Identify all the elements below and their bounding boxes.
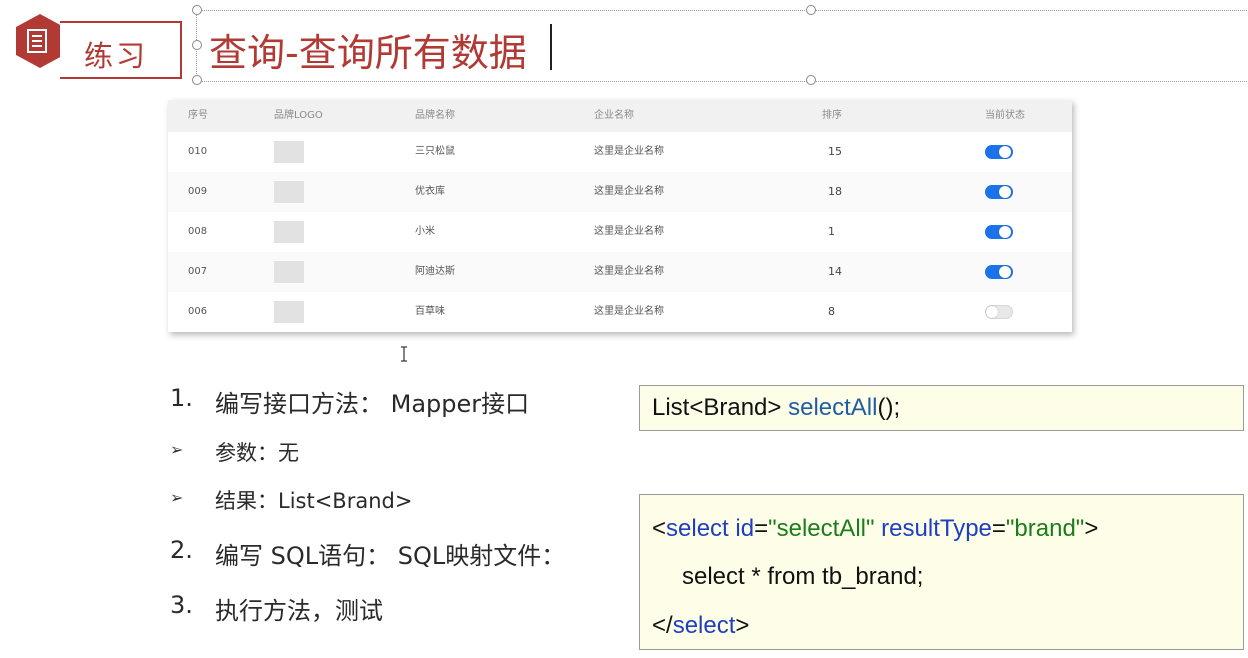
status-toggle[interactable] (985, 265, 1013, 279)
code-attr-resulttype: resultType (874, 515, 992, 542)
step-3-number: 3. (170, 591, 193, 619)
interface-code-box: List<Brand> selectAll(); (639, 385, 1244, 431)
brand-table: 序号 品牌LOGO 品牌名称 企业名称 排序 当前状态 010 三只松鼠 这里是… (168, 100, 1072, 332)
image-placeholder-icon (274, 301, 304, 323)
code-line-close-tag: </select> (652, 612, 749, 640)
bullet-arrow-icon: ➢ (170, 440, 184, 459)
code-line: List<Brand> selectAll(); (652, 394, 900, 422)
code-val-id: "selectAll" (768, 515, 875, 542)
code-method-name: selectAll (788, 394, 878, 421)
row-company: 这里是企业名称 (594, 306, 664, 317)
row-brand: 优衣库 (415, 186, 445, 197)
badge-label: 练习 (84, 39, 149, 73)
row-company: 这里是企业名称 (594, 146, 664, 157)
code-line-body: select * from tb_brand; (682, 563, 924, 590)
status-toggle[interactable] (985, 305, 1013, 319)
code-attr-id: id (728, 515, 755, 542)
bullet-arrow-icon: ➢ (170, 488, 184, 507)
row-id: 008 (188, 226, 208, 237)
step-1-text: 编写接口方法： Mapper接口 (215, 390, 530, 418)
row-id: 007 (188, 266, 208, 277)
row-brand: 三只松鼠 (415, 146, 455, 157)
row-company: 这里是企业名称 (594, 186, 664, 197)
resize-handle-top-left[interactable] (192, 5, 202, 15)
toggle-knob (986, 306, 998, 318)
toggle-knob (999, 146, 1011, 158)
image-placeholder-icon (274, 141, 304, 163)
row-sort: 14 (828, 265, 842, 278)
row-company: 这里是企业名称 (594, 226, 664, 237)
col-header-status: 当前状态 (985, 110, 1025, 121)
table-row: 007 阿迪达斯 这里是企业名称 14 (168, 252, 1072, 292)
col-header-company: 企业名称 (594, 110, 634, 121)
code-return-type: List<Brand> (652, 394, 789, 421)
image-placeholder-icon (274, 181, 304, 203)
row-company: 这里是企业名称 (594, 266, 664, 277)
row-sort: 15 (828, 145, 842, 158)
row-id: 006 (188, 306, 208, 317)
toggle-knob (999, 226, 1011, 238)
image-placeholder-icon (274, 261, 304, 283)
code-close-lt: </ (652, 612, 673, 639)
col-header-logo: 品牌LOGO (274, 110, 323, 121)
text-cursor-icon (401, 346, 407, 362)
table-header-row: 序号 品牌LOGO 品牌名称 企业名称 排序 当前状态 (168, 100, 1072, 132)
code-line-open-tag: <select id="selectAll" resultType="brand… (652, 515, 1098, 543)
row-sort: 8 (828, 305, 835, 318)
text-caret (550, 24, 552, 70)
row-id: 009 (188, 186, 208, 197)
col-header-id: 序号 (188, 110, 208, 121)
row-brand: 阿迪达斯 (415, 266, 455, 277)
code-close-tag: select (672, 612, 736, 639)
code-lt: < (652, 515, 667, 542)
row-id: 010 (188, 146, 208, 157)
slide-title[interactable]: 查询-查询所有数据 (209, 22, 527, 77)
resize-handle-mid-left[interactable] (192, 40, 202, 50)
step-1-param: 参数：无 (215, 441, 299, 465)
table-row: 009 优衣库 这里是企业名称 18 (168, 172, 1072, 212)
code-eq: = (754, 515, 769, 542)
document-icon (27, 29, 47, 53)
table-row: 006 百草味 这里是企业名称 8 (168, 292, 1072, 332)
row-brand: 小米 (415, 226, 435, 237)
code-val-resulttype: "brand" (1005, 515, 1085, 542)
code-close-gt: > (735, 612, 750, 639)
resize-handle-top-center[interactable] (806, 5, 816, 15)
resize-handle-bottom-center[interactable] (806, 75, 816, 85)
step-2-number: 2. (170, 536, 193, 564)
table-row: 010 三只松鼠 这里是企业名称 15 (168, 132, 1072, 172)
col-header-brand: 品牌名称 (415, 110, 455, 121)
status-toggle[interactable] (985, 185, 1013, 199)
row-sort: 1 (828, 225, 835, 238)
sql-mapping-code-box: <select id="selectAll" resultType="brand… (639, 494, 1244, 650)
col-header-sort: 排序 (822, 110, 842, 121)
code-eq: = (991, 515, 1006, 542)
step-1-result: 结果：List<Brand> (215, 489, 413, 513)
exercise-badge: 练习 (12, 12, 182, 79)
row-sort: 18 (828, 185, 842, 198)
step-1-number: 1. (170, 384, 193, 412)
code-tag: select (666, 515, 729, 542)
code-gt: > (1084, 515, 1099, 542)
toggle-knob (999, 186, 1011, 198)
step-2-text: 编写 SQL语句： SQL映射文件： (215, 542, 566, 570)
status-toggle[interactable] (985, 145, 1013, 159)
toggle-knob (999, 266, 1011, 278)
image-placeholder-icon (274, 221, 304, 243)
code-tail: (); (877, 394, 901, 421)
status-toggle[interactable] (985, 225, 1013, 239)
table-row: 008 小米 这里是企业名称 1 (168, 212, 1072, 252)
resize-handle-bottom-left[interactable] (192, 75, 202, 85)
row-brand: 百草味 (415, 306, 445, 317)
step-3-text: 执行方法，测试 (215, 597, 383, 625)
badge-label-box: 练习 (60, 21, 182, 79)
